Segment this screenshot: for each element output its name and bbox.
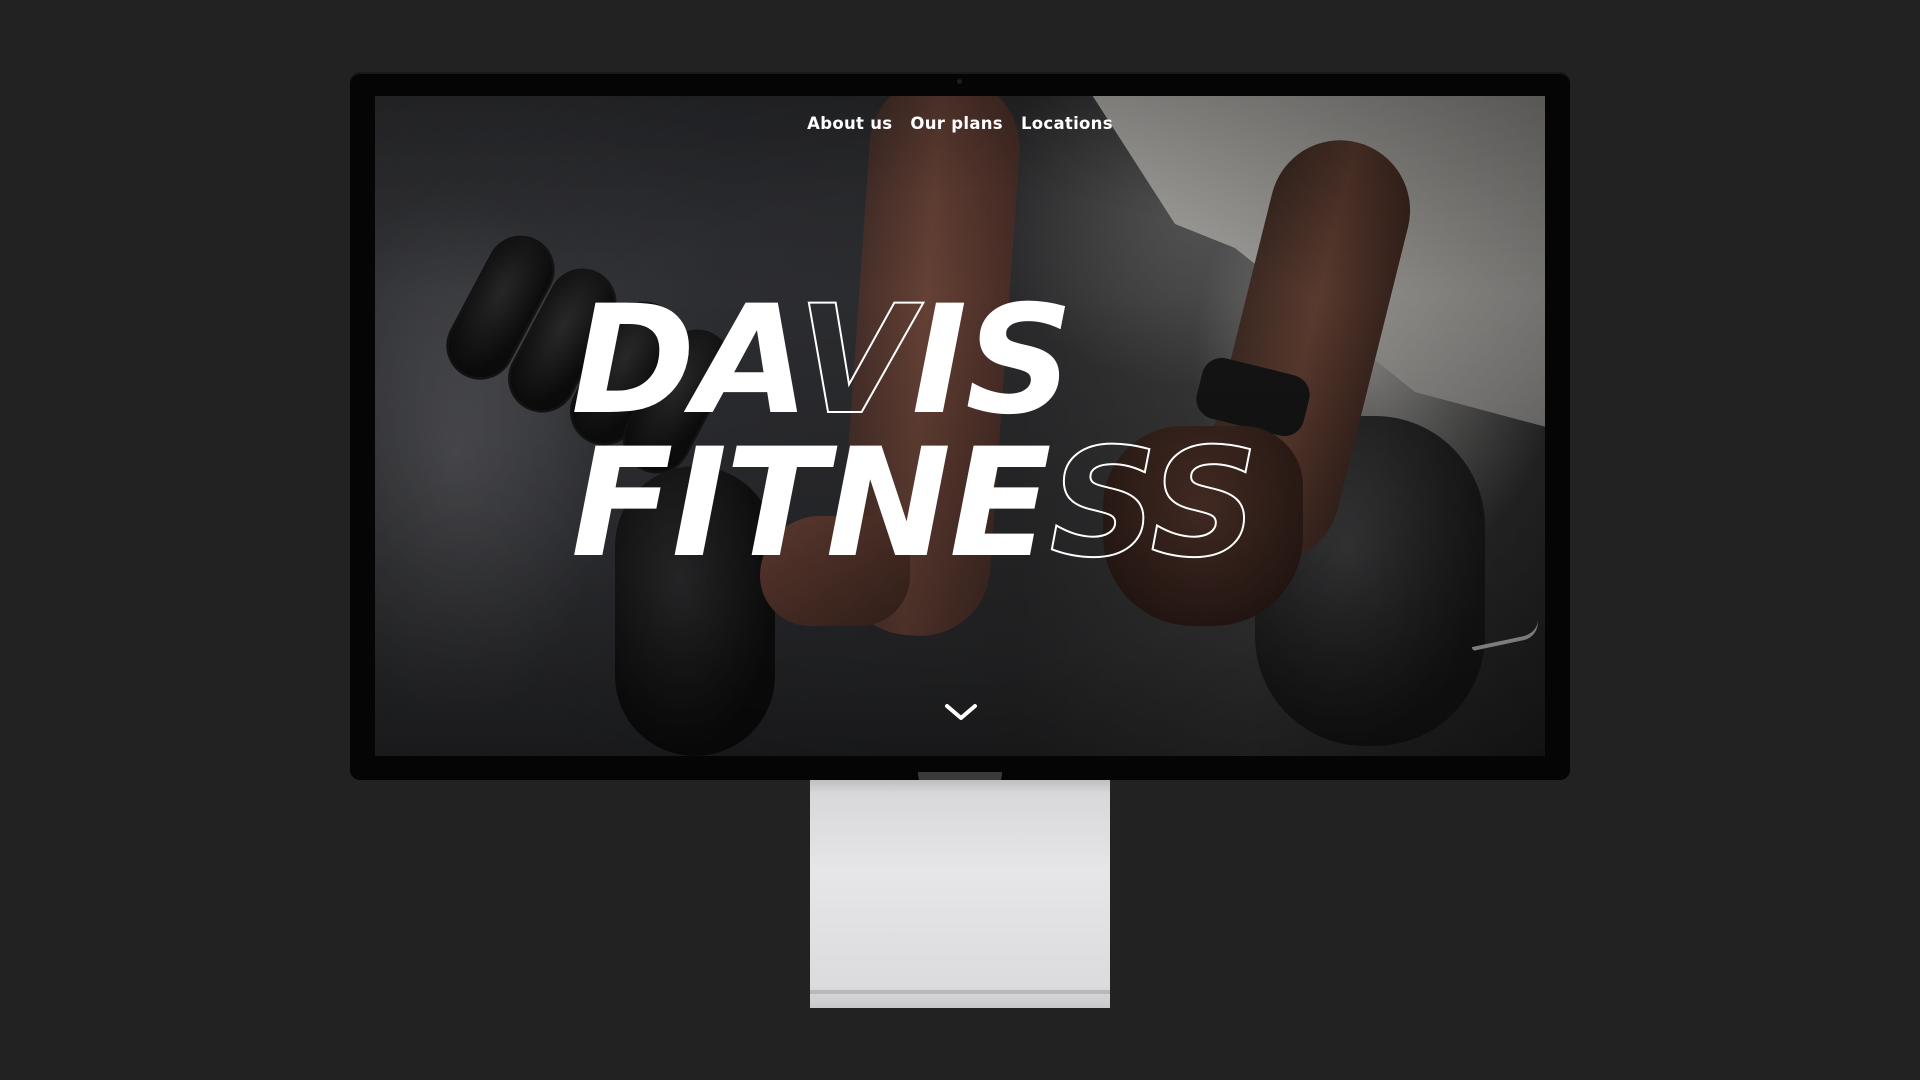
- website-screen: About us Our plans Locations DAVIS FITNE…: [375, 96, 1545, 756]
- nav-link-about-us[interactable]: About us: [807, 114, 892, 133]
- hero-title-line-1: DAVIS: [571, 285, 1073, 437]
- top-navigation: About us Our plans Locations: [375, 114, 1545, 133]
- hero-title-outline-part: SS: [1049, 417, 1260, 591]
- monitor-stand: [810, 780, 1110, 1008]
- nav-link-our-plans[interactable]: Our plans: [910, 114, 1003, 133]
- hero-title-line-2: FITNESS: [571, 428, 1259, 580]
- chevron-down-icon[interactable]: [943, 702, 979, 722]
- camera-dot: [957, 79, 962, 84]
- stand-base-edge: [810, 990, 1110, 994]
- hero-title-solid-part: FITNE: [571, 417, 1052, 591]
- mockup-stage: About us Our plans Locations DAVIS FITNE…: [0, 0, 1920, 1080]
- nav-link-locations[interactable]: Locations: [1021, 114, 1113, 133]
